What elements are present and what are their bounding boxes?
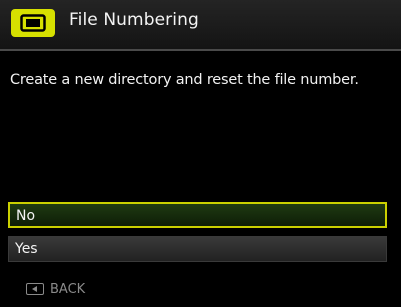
option-yes-label: Yes [15,241,38,257]
menu-header: File Numbering [0,0,401,51]
page-title: File Numbering [69,10,199,30]
back-label: BACK [50,281,86,297]
setup-card-icon [20,14,46,32]
option-no[interactable]: No [8,202,387,228]
back-button-icon [26,283,44,295]
option-no-label: No [16,208,36,224]
option-yes[interactable]: Yes [8,236,387,262]
settings-tab[interactable] [11,9,55,37]
confirmation-message: Create a new directory and reset the fil… [10,72,359,88]
back-hint[interactable]: BACK [26,281,85,297]
camera-menu-screen: File Numbering Create a new directory an… [0,0,401,307]
